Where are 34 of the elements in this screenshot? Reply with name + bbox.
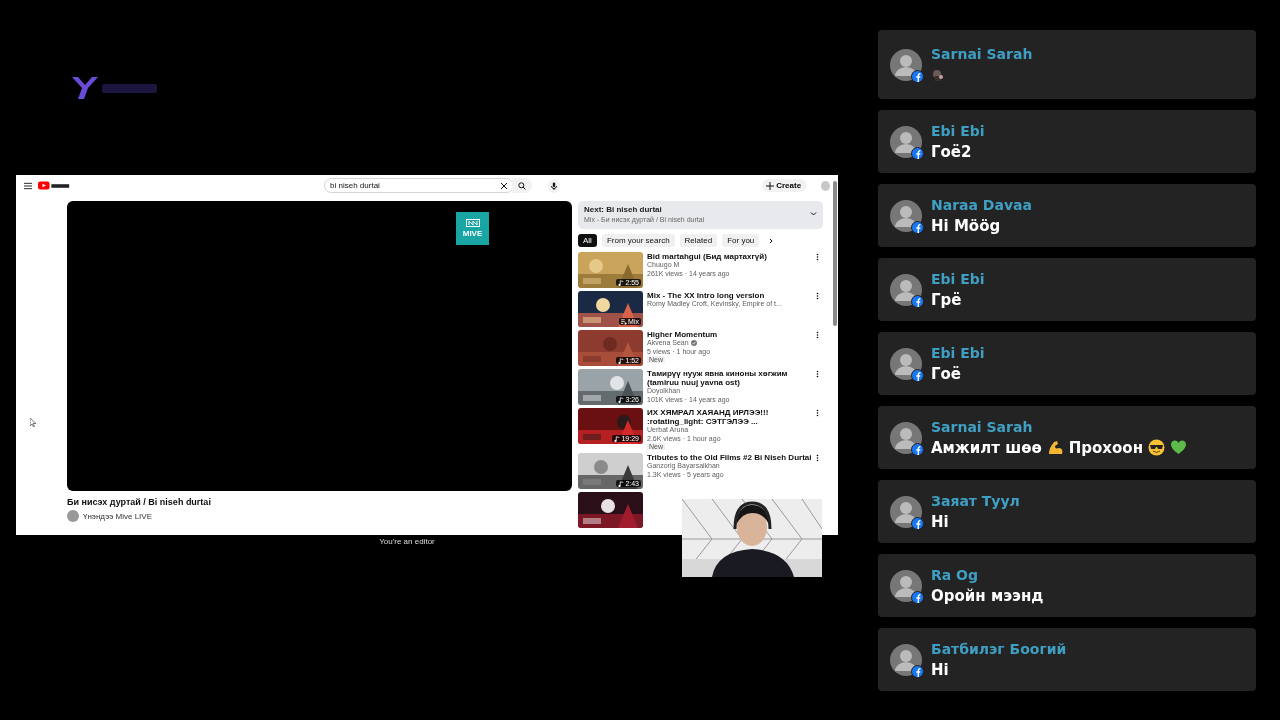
commenter-name: Заяат Туул (931, 492, 1020, 509)
queue-title: Next: Bi niseh durtai (584, 205, 662, 214)
video-title[interactable]: Higher Momentum (647, 330, 812, 340)
channel-logo: MIVE (456, 212, 489, 245)
video-title: Би нисэх дуртай / Bi niseh durtai (67, 497, 212, 507)
filter-chip[interactable]: From your search (601, 234, 675, 247)
filter-chip[interactable]: For you (722, 234, 760, 247)
message-text: Hi (931, 512, 949, 531)
filter-chip[interactable]: Related (679, 234, 718, 247)
commenter-name: Sarnai Sarah (931, 45, 1033, 62)
message-text: Гоё (931, 364, 962, 383)
commenter-name: Ebi Ebi (931, 122, 985, 139)
video-title[interactable]: Tributes to the Old Films #2 Bi Niseh Durtai (647, 453, 812, 463)
message-text: Hi Möög (931, 216, 1001, 235)
message-text: Гоё2 (931, 142, 972, 161)
commenter-name: Ra Og (931, 566, 980, 583)
filter-chip[interactable]: All (578, 234, 597, 247)
message-text: Прохоон (1068, 438, 1143, 457)
video-title[interactable]: Bid martahgui (Бид мартахгүй) (647, 252, 812, 262)
message-text: Грё (931, 290, 962, 309)
commenter-name: Naraa Davaa (931, 196, 1032, 213)
commenter-name: Ebi Ebi (931, 344, 985, 361)
channel-name[interactable]: Үнэндээ Mive LIVE (83, 511, 152, 521)
commenter-name: Sarnai Sarah (931, 418, 1034, 435)
message-text: Амжилт шөө (931, 438, 1042, 457)
commenter-name: Батбилэг Боогий (931, 640, 1067, 657)
video-title[interactable]: Mix - The XX Intro long version (647, 291, 812, 301)
video-title[interactable]: Тамирүү нууж явна киноны хөгжим (tamiruu nuuj yavna ost) (647, 369, 812, 388)
video-title[interactable]: ИХ ХЯМРАЛ ХАЯАНД ИРЛЭЭ!!! :rotating_light: СЭТГЭЛЭЭ ... (647, 408, 812, 427)
message-text: Hi (931, 660, 949, 679)
editor-notice: You're an editor (379, 536, 435, 546)
message-text: Оройн мээнд (931, 586, 1044, 605)
create-button[interactable]: Create (762, 179, 808, 192)
commenter-name: Ebi Ebi (931, 270, 985, 287)
